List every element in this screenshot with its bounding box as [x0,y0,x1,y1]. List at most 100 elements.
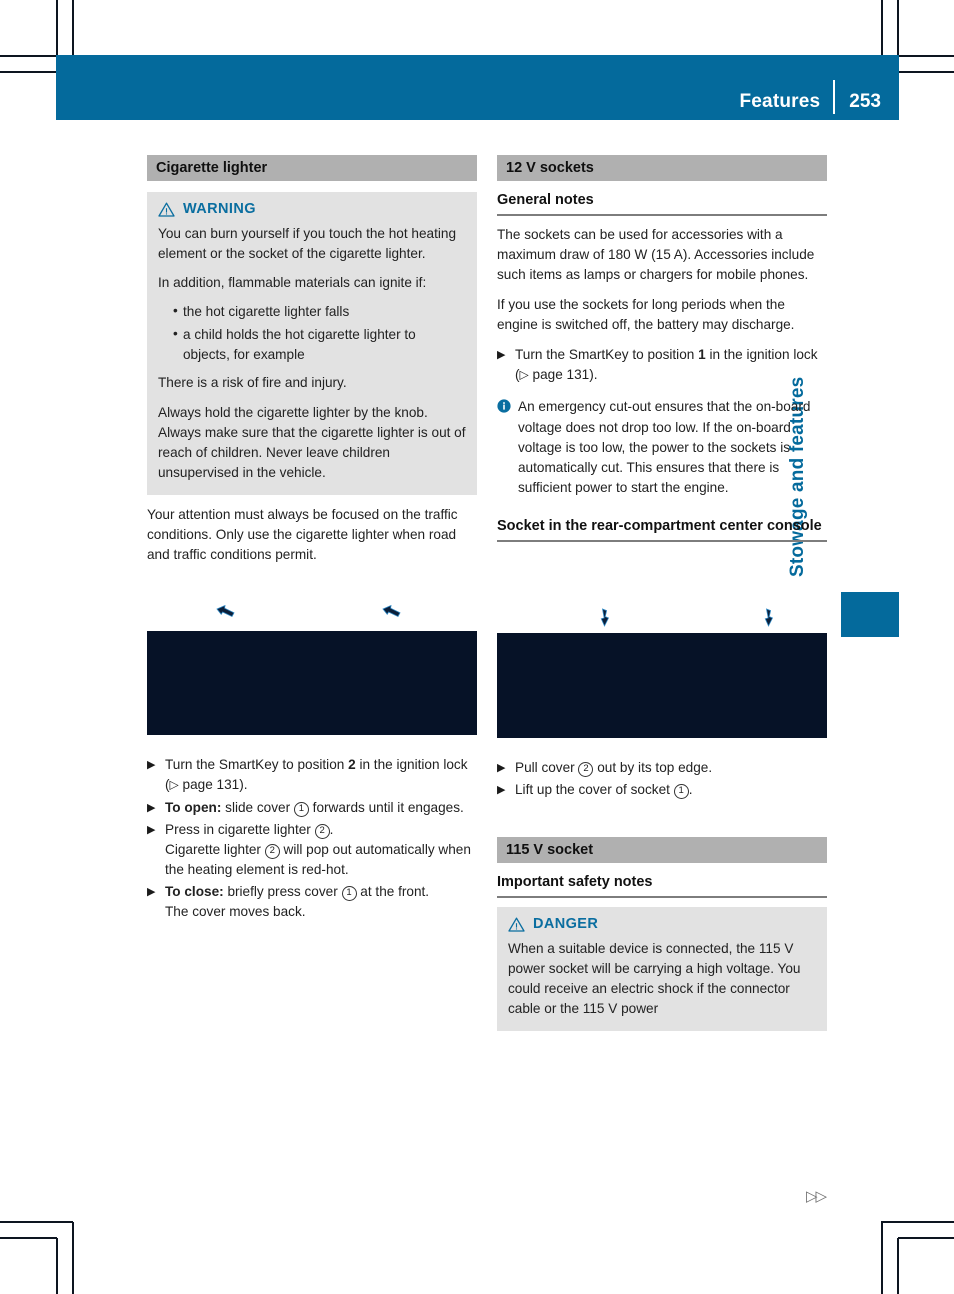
left-column: Cigarette lighter WARNING You can burn y… [147,155,477,924]
step-marker-icon: ▶ [147,801,156,814]
section-header-115v-socket: 115 V socket [497,836,827,863]
callout-arrow-icon [761,607,783,627]
section-header-label: Cigarette lighter [156,159,268,176]
crop-mark-br-h2 [881,1221,954,1223]
step-item: ▶ Press in cigarette lighter 2. Cigarette … [147,820,477,880]
crop-mark-bl-v2 [72,1222,74,1294]
callout-number: 1 [673,783,689,799]
step-text: Turn the SmartKey to position 1 in the i… [515,347,818,383]
step-item: ▶ Turn the SmartKey to position 1 in the … [497,345,827,385]
warning-bullet-list: the hot cigarette lighter falls a child … [158,301,466,364]
crop-mark-tr-v1 [897,0,899,57]
callout-number: 1 [341,885,357,901]
page-reference-icon: ▷ [169,777,179,792]
crop-mark-tr-h2 [898,71,954,73]
general-notes-heading: General notes [497,192,827,216]
section-header-cigarette-lighter: Cigarette lighter [147,155,477,181]
right-figure-callouts [497,603,827,633]
callout-arrow-icon [597,607,619,627]
info-note: An emergency cut-out ensures that the on… [497,397,827,498]
cigarette-lighter-note: Your attention must always be focused on… [147,506,458,563]
list-item: the hot cigarette lighter falls [173,301,466,322]
step-text: To open: slide cover 1 forwards until it… [165,799,464,817]
left-figure-callouts [147,595,477,631]
step-item: ▶ Lift up the cover of socket 1. [497,780,827,800]
general-notes-paragraph: If you use the sockets for long periods … [497,297,795,333]
general-notes-steps: ▶ Turn the SmartKey to position 1 in the … [497,345,827,385]
page-reference-icon: ▷ [519,367,529,382]
chapter-tab-marker [841,592,899,637]
danger-header: DANGER [508,917,816,932]
danger-label: DANGER [533,915,599,932]
crop-mark-tl-v2 [72,0,74,56]
callout-number: 2 [578,761,594,777]
warning-paragraph: There is a risk of fire and injury. [158,375,347,391]
step-text: Press in cigarette lighter 2. Cigarette l… [165,821,471,877]
continuation-marker: ▷▷ [806,1188,827,1205]
general-notes-paragraph: The sockets can be used for accessories … [497,226,815,282]
danger-text: When a suitable device is connected, the… [508,940,801,1016]
warning-label: WARNING [183,201,256,218]
crop-mark-bl-h1 [0,1237,57,1239]
page-number: 253 [849,91,881,112]
cigarette-lighter-illustration [147,631,477,736]
step-item: ▶ To close: briefly press cover 1 at the … [147,882,477,922]
crop-mark-br-v2 [881,1222,883,1294]
warning-paragraph: You can burn yourself if you touch the h… [158,226,457,262]
danger-box: DANGER When a suitable device is connect… [497,906,827,1032]
page-title: Features [739,91,821,112]
crop-mark-tl-h2 [0,71,56,73]
info-circle-icon [497,399,511,498]
step-text: Pull cover 2 out by its top edge. [515,759,713,777]
callout-arrow-icon [381,603,403,623]
callout-number: 1 [293,801,309,817]
page-header-inner: Features 253 [739,55,899,120]
warning-triangle-icon [508,917,525,932]
section-header-label: 115 V socket [506,841,594,858]
socket-rear-console-heading: Socket in the rear-compartment center co… [497,518,827,542]
crop-mark-bl-v1 [56,1238,58,1294]
warning-paragraph: In addition, flammable materials can ign… [158,275,427,291]
warning-box: WARNING You can burn yourself if you tou… [147,192,477,495]
step-item: ▶ Pull cover 2 out by its top edge. [497,758,827,778]
callout-number: 2 [264,843,280,859]
crop-mark-tr-v2 [881,0,883,56]
step-marker-icon: ▶ [497,761,506,774]
crop-mark-tr-h1 [898,55,954,57]
socket-steps: ▶ Pull cover 2 out by its top edge. ▶ Lift … [497,758,827,800]
safety-notes-heading: Important safety notes [497,874,827,898]
cigarette-lighter-steps: ▶ Turn the SmartKey to position 2 in the … [147,755,477,922]
crop-mark-br-v1 [897,1238,899,1294]
step-item: ▶ Turn the SmartKey to position 2 in the … [147,755,477,795]
step-marker-icon: ▶ [497,783,506,796]
list-item: a child holds the hot cigarette lighter … [173,324,466,364]
step-text: To close: briefly press cover 1 at the f… [165,883,430,920]
callout-number: 2 [314,823,330,839]
step-marker-icon: ▶ [497,349,506,362]
step-text: Lift up the cover of socket 1. [515,781,693,799]
crop-mark-tl-v1 [56,0,58,57]
step-item: ▶ To open: slide cover 1 forwards until i… [147,798,477,818]
warning-header: WARNING [158,202,466,217]
step-marker-icon: ▶ [147,823,156,836]
info-note-text: An emergency cut-out ensures that the on… [518,399,811,495]
rear-console-socket-illustration [497,632,827,738]
section-header-label: 12 V sockets [506,159,594,176]
page-header-bar: Features 253 [56,55,899,120]
callout-arrow-icon [215,603,237,623]
warning-paragraph: Always hold the cigarette lighter by the… [158,404,466,480]
crop-mark-bl-h2 [0,1221,73,1223]
warning-triangle-icon [158,202,175,217]
step-marker-icon: ▶ [147,885,156,898]
step-text: Turn the SmartKey to position 2 in the i… [165,757,468,793]
manual-page: Features 253 Stowage and features Cigare… [0,0,954,1294]
step-marker-icon: ▶ [147,759,156,772]
